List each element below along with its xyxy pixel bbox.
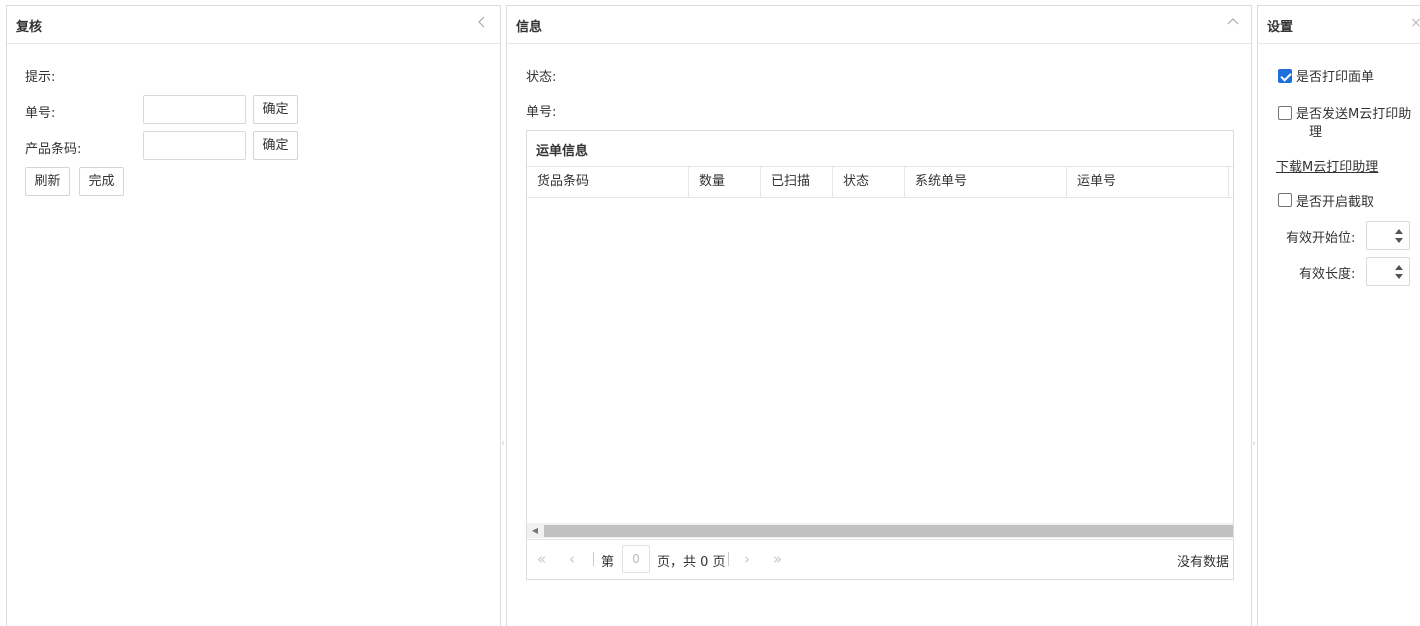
empty-data-text: 没有数据 [1176,555,1229,570]
order-no-input[interactable] [143,95,246,124]
column-header-barcode[interactable]: 货品条码 [527,167,689,197]
send-cloud-label-cont: 理 [1309,125,1323,140]
page-number-input[interactable]: 0 [622,545,650,573]
spin-up-icon[interactable] [1395,265,1403,270]
tip-label: 提示: [25,70,56,85]
spin-up-icon[interactable] [1395,229,1403,234]
column-header-waybill-no[interactable]: 运单号 [1067,167,1229,197]
first-page-icon[interactable]: « [537,550,546,568]
settings-panel-title: 设置 [1267,20,1294,35]
page-prefix: 第 [601,555,615,570]
waybill-grid: 运单信息 货品条码 数量 已扫描 状态 系统单号 运单号 ◀ « ‹ 第 0 页… [526,130,1234,580]
settings-panel: 设置 × 是否打印面单 是否发送M云打印助 理 下载M云打印助理 是否开启截取 … [1257,5,1420,626]
close-icon[interactable]: × [1408,15,1420,31]
print-sheet-label: 是否打印面单 [1296,70,1375,85]
info-panel-title: 信息 [516,20,543,35]
info-panel-header: 信息 [507,6,1251,44]
page-total-text: 页，共 0 页 [657,555,726,570]
download-cloud-link[interactable]: 下载M云打印助理 [1276,156,1378,175]
length-spinner[interactable] [1366,257,1410,286]
finish-button[interactable]: 完成 [79,167,124,196]
scroll-left-icon[interactable]: ◀ [527,523,543,538]
column-header-scanned[interactable]: 已扫描 [761,167,833,197]
start-pos-spinner[interactable] [1366,221,1410,250]
barcode-input[interactable] [143,131,246,160]
pager-divider [593,552,594,566]
length-label: 有效长度: [1299,267,1356,282]
print-sheet-checkbox[interactable] [1278,69,1292,83]
send-cloud-label: 是否发送M云打印助 [1296,107,1412,122]
pager-divider [728,552,729,566]
refresh-button[interactable]: 刷新 [25,167,70,196]
prev-page-icon[interactable]: ‹ [569,550,575,568]
horizontal-scrollbar[interactable]: ◀ [527,523,1233,538]
pagination-bar: « ‹ 第 0 页，共 0 页 › » 没有数据 [527,539,1233,579]
scrollbar-thumb[interactable] [544,525,1233,537]
review-panel-title: 复核 [16,20,43,35]
barcode-label: 产品条码: [25,142,82,157]
order-no-label: 单号: [25,106,56,121]
enable-cut-checkbox[interactable] [1278,193,1292,207]
column-header-status[interactable]: 状态 [833,167,905,197]
chevron-left-icon[interactable] [474,15,490,31]
last-page-icon[interactable]: » [773,550,782,568]
splitter-right-icon[interactable]: › [1252,438,1256,449]
info-panel: 信息 状态: 单号: 运单信息 货品条码 数量 已扫描 状态 系统单号 运单号 … [506,5,1252,626]
start-pos-label: 有效开始位: [1286,231,1356,246]
order-confirm-button[interactable]: 确定 [253,95,298,124]
status-label: 状态: [526,70,557,85]
settings-panel-header: 设置 × [1258,6,1420,44]
spin-down-icon[interactable] [1395,238,1403,243]
column-header-system-no[interactable]: 系统单号 [905,167,1067,197]
enable-cut-label: 是否开启截取 [1296,195,1375,210]
review-panel-header: 复核 [7,6,500,44]
review-panel: 复核 提示: 单号: 确定 产品条码: 确定 刷新 完成 [6,5,501,626]
grid-title: 运单信息 [536,144,589,159]
barcode-confirm-button[interactable]: 确定 [253,131,298,160]
order-no-label: 单号: [526,105,557,120]
grid-header-row: 货品条码 数量 已扫描 状态 系统单号 运单号 [527,167,1233,198]
splitter-left-icon[interactable]: ‹ [501,438,505,449]
spin-down-icon[interactable] [1395,274,1403,279]
send-cloud-checkbox[interactable] [1278,106,1292,120]
chevron-up-icon[interactable] [1225,15,1241,31]
column-header-quantity[interactable]: 数量 [689,167,761,197]
grid-title-bar: 运单信息 [527,131,1233,167]
next-page-icon[interactable]: › [744,550,750,568]
